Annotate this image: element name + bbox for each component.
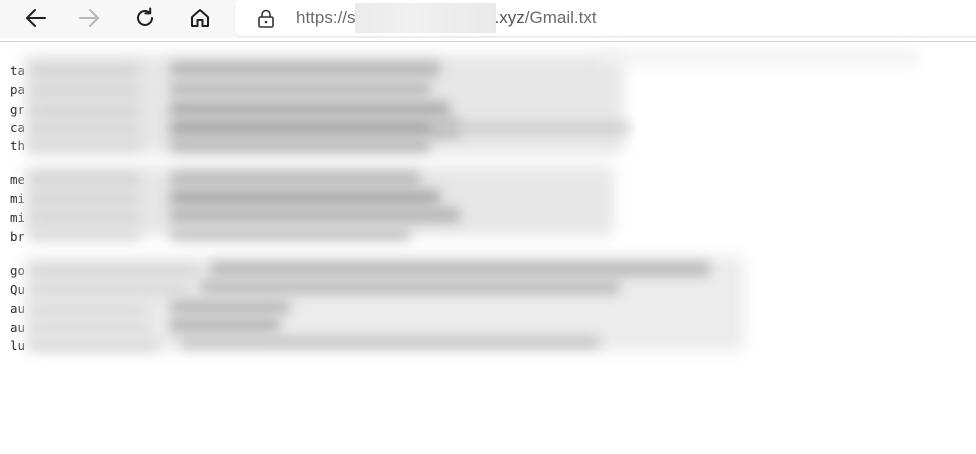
address-bar[interactable]: https://s .xyz /Gmail.txt <box>235 0 976 36</box>
reload-button[interactable] <box>129 3 161 33</box>
arrow-right-icon <box>79 9 99 27</box>
text-line: br <box>10 229 24 244</box>
url-prefix: https://s <box>296 8 356 27</box>
text-line: go <box>10 263 24 278</box>
forward-button[interactable] <box>74 3 106 33</box>
text-line: au <box>10 320 24 335</box>
arrow-left-icon <box>26 9 46 27</box>
home-icon <box>191 9 209 27</box>
reload-icon <box>137 7 153 26</box>
text-file-content: ta pa gr ca th me mi mi br go Qu au au l… <box>0 42 976 454</box>
text-line: ca <box>10 120 24 135</box>
home-button[interactable] <box>184 3 216 33</box>
url-path: /Gmail.txt <box>524 8 597 27</box>
text-line: gr <box>10 102 24 117</box>
lock-icon <box>258 9 274 28</box>
text-line: th <box>10 138 24 153</box>
text-line: au <box>10 301 24 316</box>
url-redaction <box>354 3 496 33</box>
text-line: Qu <box>10 282 24 297</box>
text-line: pa <box>10 82 24 97</box>
url-text[interactable]: https://s .xyz /Gmail.txt <box>296 3 597 33</box>
text-line: ta <box>10 63 24 78</box>
text-line: mi <box>10 210 24 225</box>
text-line: me <box>10 172 24 187</box>
back-button[interactable] <box>19 3 51 33</box>
url-host-suffix: .xyz <box>494 8 525 27</box>
text-line: lu <box>10 338 24 353</box>
text-line: mi <box>10 191 24 206</box>
browser-toolbar: https://s .xyz /Gmail.txt <box>0 0 976 38</box>
